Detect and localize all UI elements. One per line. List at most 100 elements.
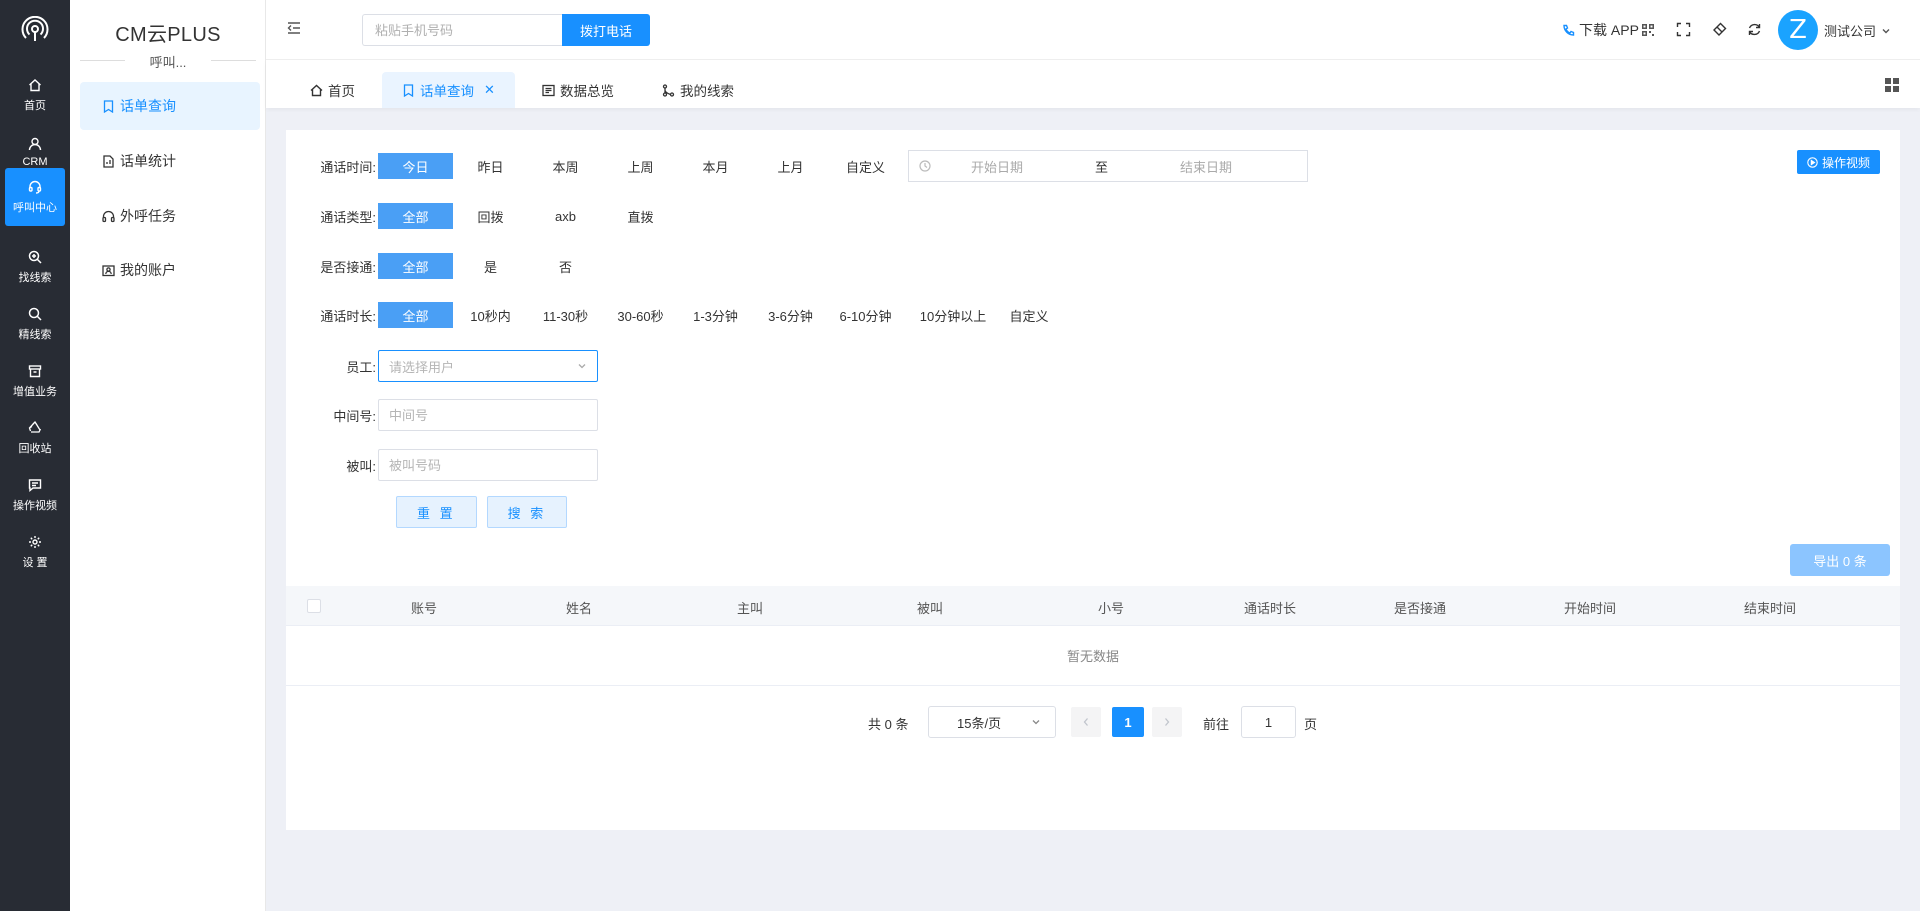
option-this-month[interactable]: 本月 bbox=[678, 153, 753, 179]
rail-item-settings[interactable]: 设 置 bbox=[5, 523, 65, 581]
chevron-right-icon bbox=[1165, 718, 1170, 726]
qrcode-icon bbox=[1641, 24, 1654, 36]
collapse-menu-icon[interactable] bbox=[286, 20, 302, 36]
clock-icon bbox=[919, 160, 931, 172]
page-size-select[interactable]: 15条/页 bbox=[928, 706, 1056, 738]
option-duration-30-60s[interactable]: 30-60秒 bbox=[603, 302, 678, 328]
staff-select[interactable]: 请选择用户 bbox=[378, 350, 598, 382]
home-icon bbox=[310, 84, 323, 96]
column-header-name[interactable]: 姓名 bbox=[519, 598, 639, 617]
home-icon bbox=[29, 78, 41, 91]
empty-table-message: 暂无数据 bbox=[286, 626, 1900, 686]
tab-my-leads[interactable]: 我的线索 bbox=[642, 72, 754, 108]
rail-item-find-leads[interactable]: 找线索 bbox=[5, 238, 65, 296]
call-records-panel: 操作视频 通话时间: 今日 昨日 本周 上周 本月 上月 自定义 开始日期 至 … bbox=[286, 130, 1900, 830]
column-header-duration[interactable]: 通话时长 bbox=[1210, 598, 1330, 617]
phone-number-input[interactable] bbox=[362, 14, 562, 46]
rail-item-call-center[interactable]: 呼叫中心 bbox=[5, 168, 65, 226]
option-custom-time[interactable]: 自定义 bbox=[828, 153, 903, 179]
option-connected-no[interactable]: 否 bbox=[528, 253, 603, 279]
bookmark-doc-icon bbox=[103, 99, 114, 113]
chat-icon bbox=[28, 478, 42, 492]
page-tabs-bar: 首页 话单查询 ✕ 数据总览 我的线索 bbox=[266, 60, 1920, 108]
rail-item-label: 操作视频 bbox=[13, 499, 57, 512]
middle-number-input[interactable] bbox=[378, 399, 598, 431]
records-table-header: 账号 姓名 主叫 被叫 小号 通话时长 是否接通 开始时间 结束时间 bbox=[286, 586, 1900, 626]
user-avatar[interactable]: Z bbox=[1778, 10, 1818, 50]
clear-cache-icon[interactable] bbox=[1712, 22, 1727, 37]
reset-button[interactable]: 重 置 bbox=[396, 496, 477, 528]
goto-page-input[interactable] bbox=[1241, 706, 1296, 738]
broadcast-logo-icon bbox=[21, 16, 49, 41]
option-connected-all[interactable]: 全部 bbox=[378, 253, 453, 279]
export-button[interactable]: 导出 0 条 bbox=[1790, 544, 1890, 576]
option-type-callback[interactable]: 回拨 bbox=[453, 203, 528, 229]
tab-call-records[interactable]: 话单查询 ✕ bbox=[382, 72, 515, 108]
brand-title: CM云PLUS bbox=[115, 24, 221, 46]
next-page-button[interactable] bbox=[1152, 707, 1182, 737]
column-header-end-time[interactable]: 结束时间 bbox=[1710, 598, 1830, 617]
apps-grid-icon[interactable] bbox=[1884, 77, 1900, 93]
column-header-connected[interactable]: 是否接通 bbox=[1360, 598, 1480, 617]
option-duration-custom[interactable]: 自定义 bbox=[1003, 302, 1055, 328]
rail-item-value-added[interactable]: 增值业务 bbox=[5, 352, 65, 410]
branch-icon bbox=[662, 83, 675, 97]
tab-data-overview[interactable]: 数据总览 bbox=[522, 72, 634, 108]
sidebar-item-call-records[interactable]: 话单查询 bbox=[80, 82, 260, 130]
option-yesterday[interactable]: 昨日 bbox=[453, 153, 528, 179]
option-duration-all[interactable]: 全部 bbox=[378, 302, 453, 328]
rail-item-tutorial-videos[interactable]: 操作视频 bbox=[5, 466, 65, 524]
prev-page-button[interactable] bbox=[1071, 707, 1101, 737]
option-type-direct[interactable]: 直拨 bbox=[603, 203, 678, 229]
date-range-picker[interactable]: 开始日期 至 结束日期 bbox=[908, 150, 1308, 182]
column-header-account[interactable]: 账号 bbox=[364, 598, 484, 617]
download-app-link[interactable]: 下载 APP bbox=[1562, 20, 1654, 40]
phone-icon bbox=[1563, 24, 1575, 36]
app-logo[interactable] bbox=[0, 0, 70, 60]
rail-item-recycle-bin[interactable]: 回收站 bbox=[5, 409, 65, 467]
tab-home[interactable]: 首页 bbox=[290, 72, 375, 108]
sidebar-item-call-statistics[interactable]: 话单统计 bbox=[80, 137, 260, 185]
fullscreen-icon[interactable] bbox=[1676, 22, 1691, 37]
option-type-axb[interactable]: axb bbox=[528, 203, 603, 229]
tutorial-video-button[interactable]: 操作视频 bbox=[1796, 150, 1880, 174]
callee-number-input[interactable] bbox=[378, 449, 598, 481]
option-today[interactable]: 今日 bbox=[378, 153, 453, 179]
option-duration-1-3min[interactable]: 1-3分钟 bbox=[678, 302, 753, 328]
sidebar-item-my-account[interactable]: 我的账户 bbox=[80, 246, 260, 294]
download-app-label: 下载 APP bbox=[1579, 22, 1639, 38]
filter-connected: 是否接通: 全部 是 否 bbox=[286, 252, 603, 280]
column-header-small-number[interactable]: 小号 bbox=[1051, 598, 1171, 617]
tab-label: 首页 bbox=[328, 84, 355, 99]
sidebar-item-outbound-tasks[interactable]: 外呼任务 bbox=[80, 192, 260, 240]
close-tab-icon[interactable]: ✕ bbox=[484, 82, 495, 98]
company-switcher[interactable]: 测试公司 bbox=[1824, 21, 1891, 40]
rail-item-label: 增值业务 bbox=[13, 385, 57, 398]
divider bbox=[211, 60, 256, 61]
option-duration-over-10min[interactable]: 10分钟以上 bbox=[903, 302, 1003, 328]
option-type-all[interactable]: 全部 bbox=[378, 203, 453, 229]
column-header-callee[interactable]: 被叫 bbox=[870, 598, 990, 617]
option-last-week[interactable]: 上周 bbox=[603, 153, 678, 179]
column-header-start-time[interactable]: 开始时间 bbox=[1530, 598, 1650, 617]
headphones-icon bbox=[102, 210, 115, 222]
dial-button[interactable]: 拨打电话 bbox=[562, 14, 650, 46]
rail-item-label: 回收站 bbox=[18, 442, 52, 455]
rail-item-refined-leads[interactable]: 精线索 bbox=[5, 295, 65, 353]
rail-item-home[interactable]: 首页 bbox=[5, 66, 65, 124]
main-nav-rail: 首页 CRM 呼叫中心 找线索 精线索 增值业务 回收站 操作视频 设 置 bbox=[0, 0, 70, 911]
column-header-caller[interactable]: 主叫 bbox=[690, 598, 810, 617]
option-last-month[interactable]: 上月 bbox=[753, 153, 828, 179]
option-connected-yes[interactable]: 是 bbox=[453, 253, 528, 279]
option-duration-3-6min[interactable]: 3-6分钟 bbox=[753, 302, 828, 328]
option-duration-under-10s[interactable]: 10秒内 bbox=[453, 302, 528, 328]
option-duration-6-10min[interactable]: 6-10分钟 bbox=[828, 302, 903, 328]
search-button[interactable]: 搜 索 bbox=[486, 496, 568, 528]
option-this-week[interactable]: 本周 bbox=[528, 153, 603, 179]
select-all-checkbox[interactable] bbox=[307, 599, 321, 613]
page-number-current[interactable]: 1 bbox=[1112, 707, 1144, 737]
refresh-icon[interactable] bbox=[1747, 22, 1762, 37]
rail-item-label: 精线索 bbox=[18, 328, 52, 341]
staff-select-placeholder: 请选择用户 bbox=[389, 359, 455, 375]
option-duration-11-30s[interactable]: 11-30秒 bbox=[528, 302, 603, 328]
